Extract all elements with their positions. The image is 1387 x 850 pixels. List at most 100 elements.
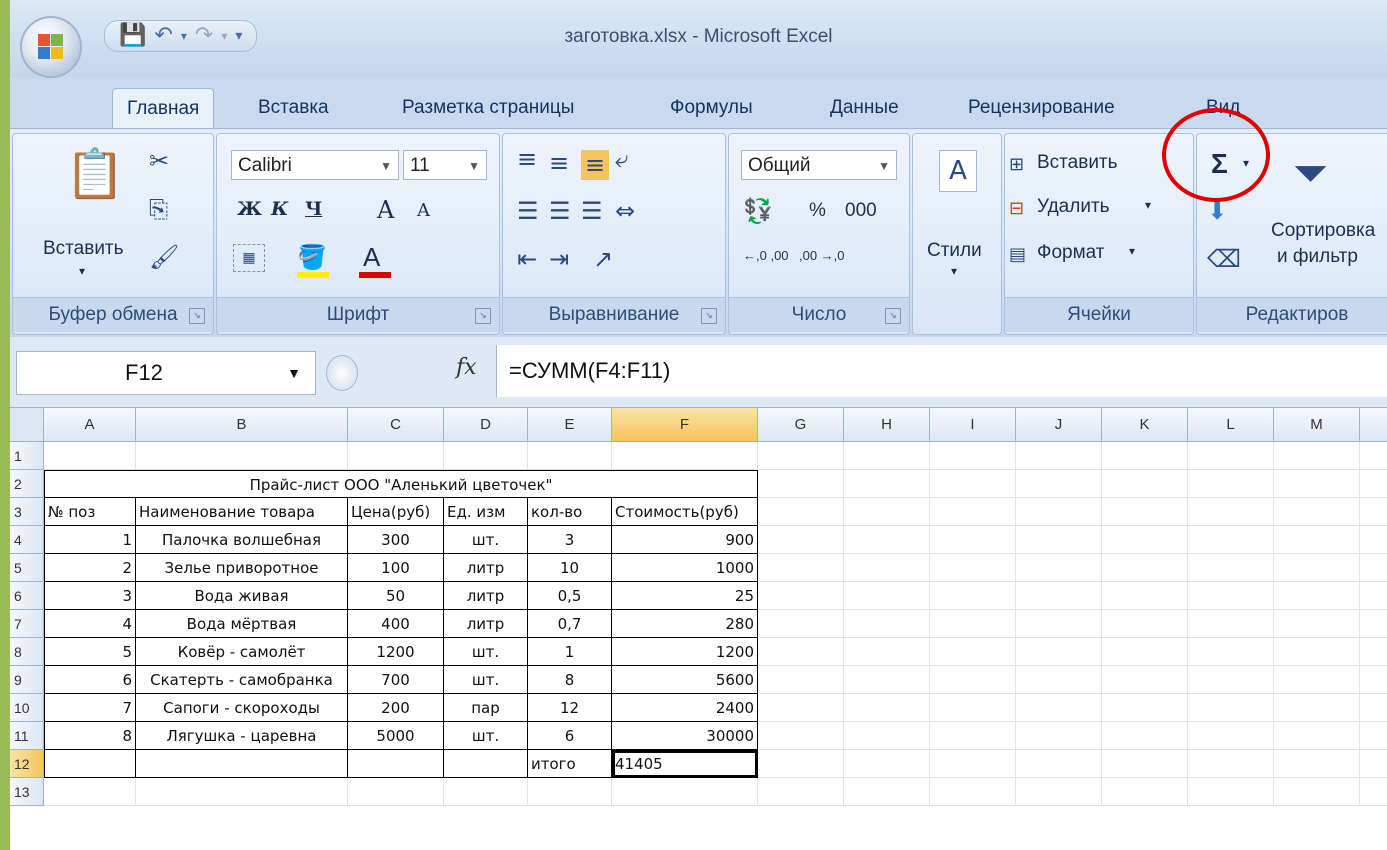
column-header[interactable]: L: [1188, 408, 1274, 442]
cell[interactable]: [930, 554, 1016, 582]
row-header[interactable]: 10: [10, 694, 44, 722]
font-color-icon[interactable]: A: [363, 242, 380, 273]
table-cell[interactable]: Зелье приворотное: [136, 554, 348, 582]
cell[interactable]: [1274, 666, 1360, 694]
table-cell[interactable]: 200: [348, 694, 444, 722]
table-cell[interactable]: 25: [612, 582, 758, 610]
column-header[interactable]: D: [444, 408, 528, 442]
italic-button[interactable]: К: [271, 198, 288, 220]
row-header[interactable]: 11: [10, 722, 44, 750]
merge-center-icon[interactable]: ⇔: [615, 196, 635, 226]
cell[interactable]: [930, 638, 1016, 666]
table-cell[interactable]: 0,5: [528, 582, 612, 610]
cell[interactable]: [1188, 722, 1274, 750]
table-cell[interactable]: шт.: [444, 722, 528, 750]
cell[interactable]: [1016, 470, 1102, 498]
tab-view[interactable]: Вид: [1206, 88, 1240, 128]
cell[interactable]: [1102, 526, 1188, 554]
cell[interactable]: [1274, 470, 1360, 498]
cell[interactable]: [348, 442, 444, 470]
table-cell[interactable]: 400: [348, 610, 444, 638]
sort-filter-icon[interactable]: ⏷: [1293, 144, 1328, 204]
cell[interactable]: [930, 582, 1016, 610]
table-cell[interactable]: 2: [44, 554, 136, 582]
table-header-cell[interactable]: Цена(руб): [348, 498, 444, 526]
cell[interactable]: [758, 498, 844, 526]
total-value-active-cell[interactable]: 41405: [612, 750, 758, 778]
align-left-icon[interactable]: ☰: [517, 196, 539, 226]
borders-icon[interactable]: ▦: [233, 244, 265, 272]
format-painter-icon[interactable]: 🖌: [149, 242, 179, 272]
cell[interactable]: [844, 470, 930, 498]
table-cell[interactable]: 100: [348, 554, 444, 582]
cell[interactable]: [1102, 470, 1188, 498]
cell[interactable]: [758, 778, 844, 806]
align-center-icon[interactable]: ☰: [549, 196, 571, 226]
cell[interactable]: [844, 442, 930, 470]
table-cell[interactable]: 1200: [612, 638, 758, 666]
fill-color-icon[interactable]: 🪣: [297, 242, 327, 272]
insert-cells-button[interactable]: Вставить: [1037, 152, 1118, 174]
increase-decimal-button[interactable]: ←,0 ,00: [743, 248, 789, 263]
cell[interactable]: [1274, 526, 1360, 554]
row-header[interactable]: 6: [10, 582, 44, 610]
cell[interactable]: [1102, 722, 1188, 750]
row-header[interactable]: 13: [10, 778, 44, 806]
sort-filter-button-line2[interactable]: и фильтр: [1277, 246, 1358, 268]
cell[interactable]: [1188, 638, 1274, 666]
cell[interactable]: [1274, 610, 1360, 638]
table-cell[interactable]: шт.: [444, 638, 528, 666]
table-cell[interactable]: 7: [44, 694, 136, 722]
tab-review[interactable]: Рецензирование: [968, 88, 1115, 128]
cell[interactable]: [528, 778, 612, 806]
cut-icon[interactable]: ✂: [149, 146, 169, 176]
cell[interactable]: [1360, 498, 1387, 526]
table-cell[interactable]: 5: [44, 638, 136, 666]
cell[interactable]: [1016, 526, 1102, 554]
format-dropdown-icon[interactable]: ▾: [1129, 244, 1135, 258]
table-cell[interactable]: 1200: [348, 638, 444, 666]
styles-button[interactable]: Стили: [927, 240, 982, 262]
row-header[interactable]: 7: [10, 610, 44, 638]
cell[interactable]: [758, 526, 844, 554]
copy-icon[interactable]: ⎘: [149, 194, 168, 224]
cell[interactable]: [1188, 498, 1274, 526]
select-all-corner[interactable]: [10, 408, 44, 442]
cell[interactable]: [758, 442, 844, 470]
align-top-icon[interactable]: ≡: [517, 144, 537, 174]
delete-cells-icon[interactable]: ⊟: [1009, 194, 1024, 224]
row-header[interactable]: 12: [10, 750, 44, 778]
cell[interactable]: [758, 666, 844, 694]
format-cells-icon[interactable]: ▤: [1009, 240, 1026, 270]
cell[interactable]: [1188, 526, 1274, 554]
cell[interactable]: [844, 750, 930, 778]
table-header-cell[interactable]: Наименование товара: [136, 498, 348, 526]
column-header[interactable]: H: [844, 408, 930, 442]
cell[interactable]: [136, 778, 348, 806]
table-cell[interactable]: [136, 750, 348, 778]
table-cell[interactable]: 700: [348, 666, 444, 694]
cell[interactable]: [528, 442, 612, 470]
cell[interactable]: [844, 582, 930, 610]
shrink-font-button[interactable]: A: [417, 200, 430, 221]
table-cell[interactable]: [44, 750, 136, 778]
insert-function-icon[interactable]: fx: [456, 355, 477, 380]
worksheet-grid[interactable]: ABCDEFGHIJKLMN12345678910111213Прайс-лис…: [10, 408, 1387, 850]
row-header[interactable]: 4: [10, 526, 44, 554]
table-cell[interactable]: [444, 750, 528, 778]
cell[interactable]: [1016, 582, 1102, 610]
cell[interactable]: [844, 498, 930, 526]
cell[interactable]: [136, 442, 348, 470]
align-middle-icon[interactable]: ≡: [549, 148, 569, 178]
sort-filter-button[interactable]: Сортировка: [1271, 220, 1375, 242]
table-cell[interactable]: 6: [44, 666, 136, 694]
table-cell[interactable]: 12: [528, 694, 612, 722]
cell[interactable]: [844, 666, 930, 694]
cell[interactable]: [1360, 722, 1387, 750]
tab-insert[interactable]: Вставка: [258, 88, 329, 128]
percent-button[interactable]: %: [809, 200, 826, 222]
cell[interactable]: [758, 610, 844, 638]
table-header-cell[interactable]: Стоимость(руб): [612, 498, 758, 526]
styles-dropdown-icon[interactable]: ▾: [951, 264, 957, 278]
cell[interactable]: [1102, 750, 1188, 778]
